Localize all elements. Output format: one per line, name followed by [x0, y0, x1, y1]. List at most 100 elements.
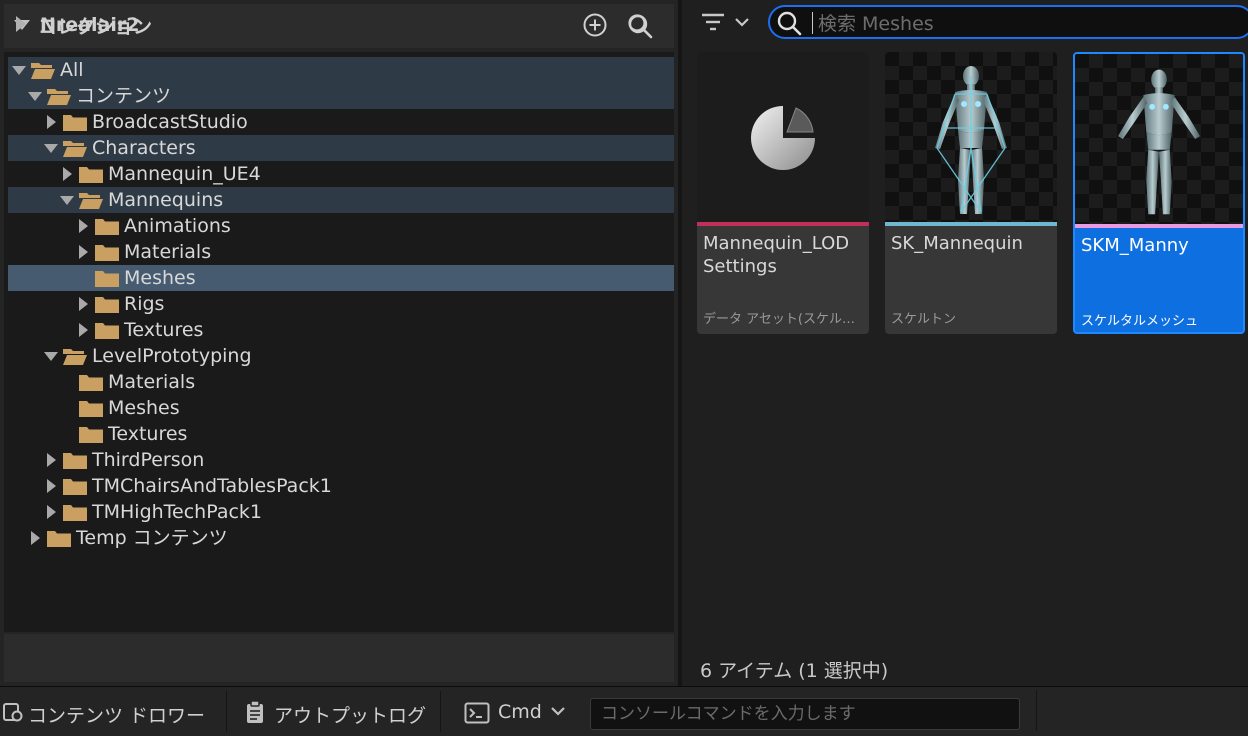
- search-icon: [777, 11, 802, 36]
- folder-tree[interactable]: All コンテンツ BroadcastStudio Characters Mannequ…: [4, 52, 674, 632]
- tree-item[interactable]: Characters: [8, 135, 674, 161]
- tree-item-label: Meshes: [108, 397, 180, 419]
- tree-item-label: Meshes: [124, 267, 196, 289]
- asset-name: SKM_Manny: [1081, 235, 1189, 256]
- tree-item[interactable]: TMChairsAndTablesPack1: [8, 473, 674, 499]
- asset-type-color-strip: [1075, 224, 1243, 228]
- tree-item-label: TMChairsAndTablesPack1: [92, 475, 332, 497]
- folder-icon: [63, 453, 87, 469]
- asset-tile[interactable]: SK_Mannequin スケルトン: [885, 52, 1057, 334]
- chevron-right-icon[interactable]: [79, 245, 88, 259]
- folder-icon: [79, 401, 103, 417]
- chevron-right-icon[interactable]: [16, 16, 26, 32]
- asset-type: スケルタルメッシュ: [1081, 314, 1199, 329]
- tree-item[interactable]: Textures: [8, 317, 674, 343]
- folder-icon: [63, 505, 87, 521]
- terminal-icon: [464, 702, 490, 724]
- tree-item-label: Animations: [124, 215, 231, 237]
- tree-item[interactable]: ThirdPerson: [8, 447, 674, 473]
- skeleton-mannequin-icon: [935, 66, 1007, 214]
- divider: [1036, 690, 1037, 731]
- chevron-right-icon[interactable]: [79, 219, 88, 233]
- asset-name: SK_Mannequin: [891, 233, 1023, 254]
- folder-open-icon: [63, 141, 87, 157]
- folder-icon: [79, 167, 103, 183]
- tree-item[interactable]: All: [8, 57, 674, 83]
- collections-bar[interactable]: [4, 634, 674, 682]
- output-log-label: アウトプットログ: [274, 705, 427, 727]
- asset-type: データ アセット(スケルタルメッシュLODの設定): [703, 312, 865, 327]
- tree-item-label: LevelPrototyping: [92, 345, 252, 367]
- folder-icon: [95, 245, 119, 261]
- tree-item-label: Textures: [124, 319, 204, 341]
- collections-label: コレクション: [38, 16, 153, 38]
- asset-thumbnail: [697, 52, 869, 222]
- folder-icon: [47, 531, 71, 547]
- tree-item[interactable]: Rigs: [8, 291, 674, 317]
- tree-item[interactable]: Mannequin_UE4: [8, 161, 674, 187]
- asset-tile[interactable]: Mannequin_LOD Settings データ アセット(スケルタルメッシュ…: [697, 52, 869, 334]
- chevron-down-icon[interactable]: [28, 92, 42, 101]
- chevron-down-icon: [551, 707, 565, 716]
- skeletal-mesh-mannequin-icon: [1117, 69, 1201, 215]
- tree-item-label: Characters: [92, 137, 196, 159]
- chevron-down-icon[interactable]: [12, 66, 26, 75]
- tree-item[interactable]: Meshes: [8, 395, 674, 421]
- add-collection-icon[interactable]: [582, 12, 608, 38]
- tree-item-label: Mannequin_UE4: [108, 163, 261, 185]
- content-drawer-icon: [3, 703, 23, 722]
- tree-item-label: コンテンツ: [76, 85, 172, 107]
- folder-icon: [95, 219, 119, 235]
- asset-type: スケルトン: [891, 312, 957, 327]
- chevron-down-icon[interactable]: [60, 196, 74, 205]
- chevron-down-icon[interactable]: [44, 352, 58, 361]
- cmd-dropdown[interactable]: Cmd: [456, 687, 574, 736]
- output-log-button[interactable]: アウトプットログ: [234, 687, 434, 736]
- console-command-input[interactable]: [590, 698, 1020, 730]
- folder-icon: [63, 115, 87, 131]
- tree-item[interactable]: Materials: [8, 239, 674, 265]
- tree-item-label: Materials: [124, 241, 212, 263]
- item-count: 6 アイテム (1 選択中): [700, 660, 889, 682]
- folder-icon: [95, 323, 119, 339]
- tree-item[interactable]: Meshes: [8, 265, 674, 291]
- chevron-right-icon[interactable]: [47, 479, 56, 493]
- tree-item[interactable]: Textures: [8, 421, 674, 447]
- asset-type-color-strip: [697, 222, 869, 226]
- tree-item-label: Mannequins: [108, 189, 224, 211]
- tree-item-label: Temp コンテンツ: [76, 527, 228, 549]
- asset-thumbnail: [1075, 54, 1243, 224]
- chevron-right-icon[interactable]: [79, 323, 88, 337]
- chevron-right-icon[interactable]: [31, 531, 40, 545]
- search-icon[interactable]: [626, 12, 652, 38]
- folder-open-icon: [79, 193, 103, 209]
- tree-item[interactable]: Materials: [8, 369, 674, 395]
- filter-icon[interactable]: [698, 8, 756, 38]
- tree-item-label: All: [60, 59, 84, 81]
- divider: [226, 691, 227, 732]
- tree-item-label: BroadcastStudio: [92, 111, 248, 133]
- chevron-down-icon[interactable]: [44, 144, 58, 153]
- tree-item-label: ThirdPerson: [92, 449, 205, 471]
- chevron-right-icon[interactable]: [79, 297, 88, 311]
- folder-icon: [79, 427, 103, 443]
- content-drawer-button[interactable]: コンテンツ ドロワー: [0, 687, 224, 736]
- folder-icon: [63, 479, 87, 495]
- divider: [440, 691, 441, 732]
- chevron-right-icon[interactable]: [47, 115, 56, 129]
- folder-icon: [95, 297, 119, 313]
- text-caret: [812, 12, 813, 34]
- tree-item[interactable]: Animations: [8, 213, 674, 239]
- tree-item[interactable]: TMHighTechPack1: [8, 499, 674, 525]
- tree-item[interactable]: Temp コンテンツ: [8, 525, 674, 551]
- chevron-right-icon[interactable]: [63, 167, 72, 181]
- tree-item[interactable]: LevelPrototyping: [8, 343, 674, 369]
- tree-item[interactable]: Mannequins: [8, 187, 674, 213]
- asset-tile[interactable]: SKM_Manny スケルタルメッシュ: [1073, 52, 1245, 334]
- tree-item[interactable]: BroadcastStudio: [8, 109, 674, 135]
- tree-item[interactable]: コンテンツ: [8, 83, 674, 109]
- search-input[interactable]: [816, 9, 1240, 39]
- tree-item-label: Materials: [108, 371, 196, 393]
- chevron-right-icon[interactable]: [47, 505, 56, 519]
- chevron-right-icon[interactable]: [47, 453, 56, 467]
